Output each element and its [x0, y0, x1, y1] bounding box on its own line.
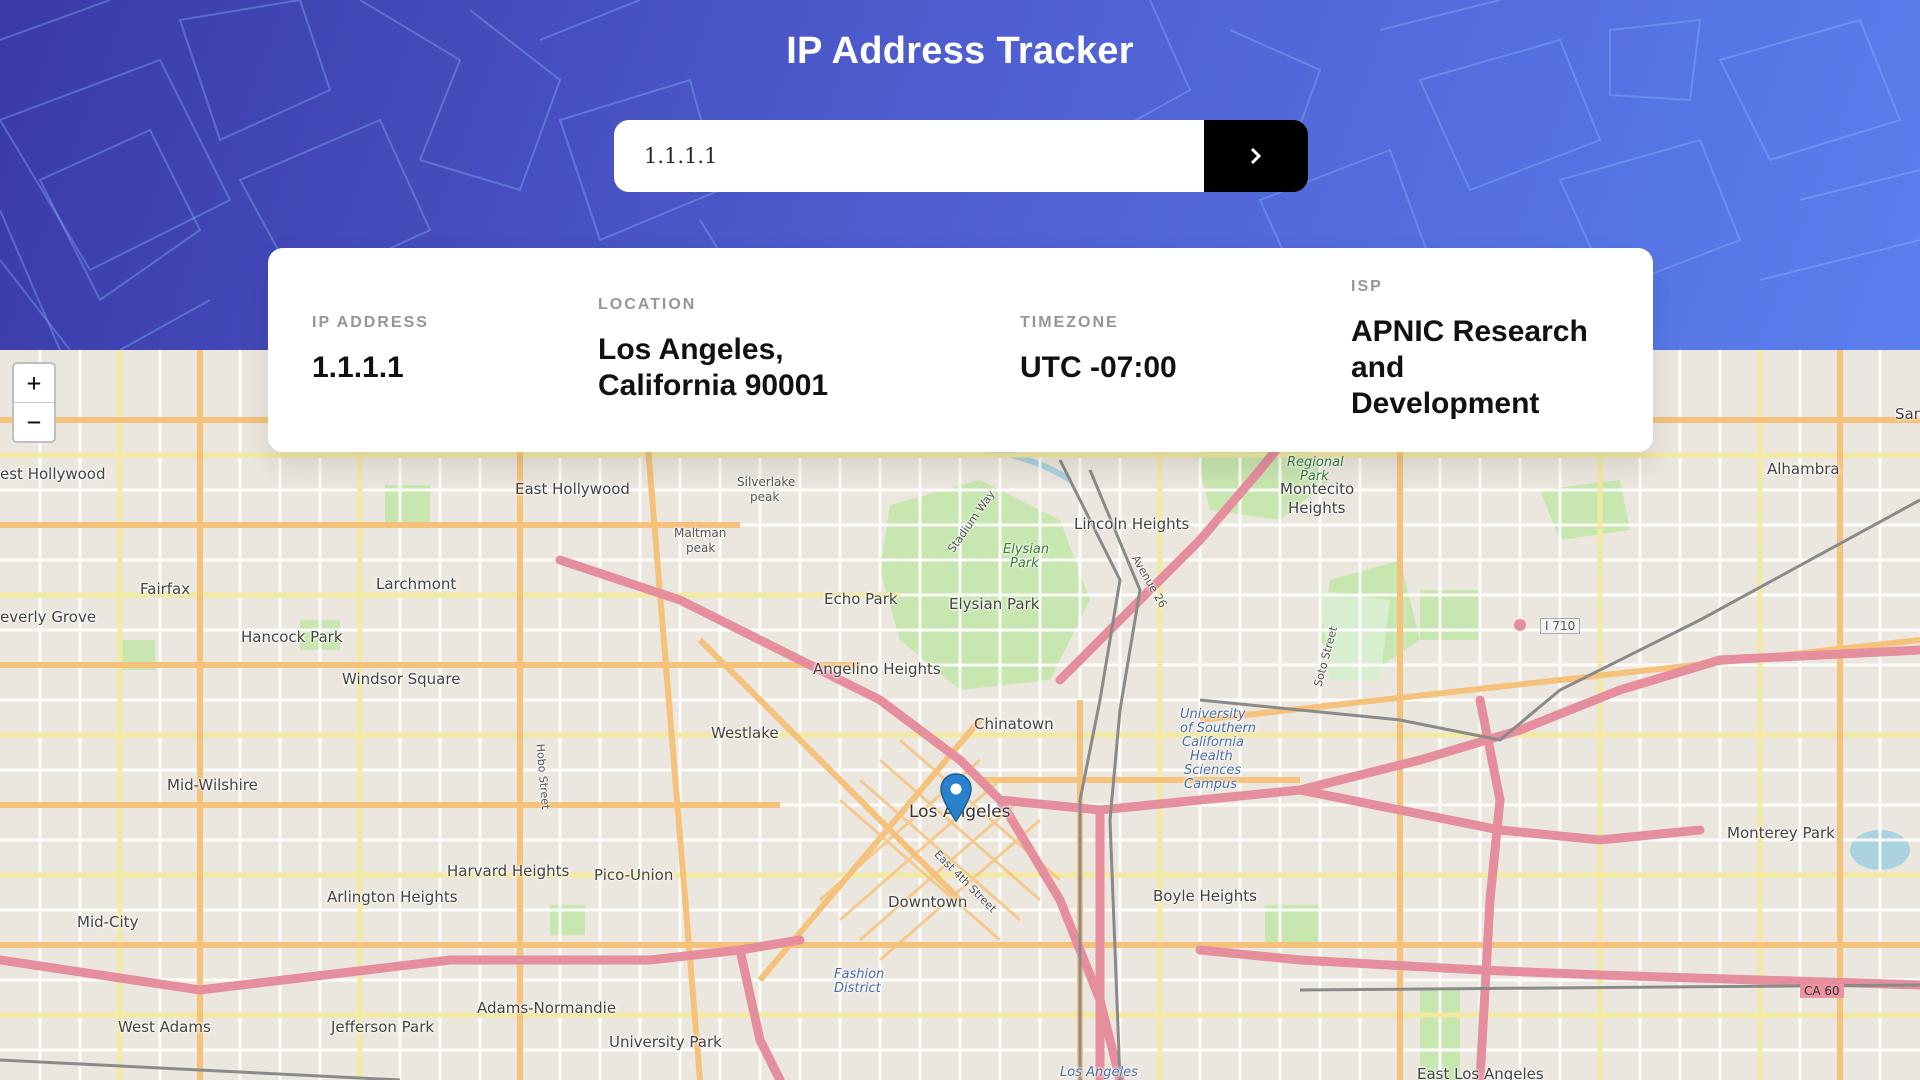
map-label-alhambra: Alhambra	[1767, 460, 1840, 478]
map-label-east-hollywood: East Hollywood	[515, 480, 630, 498]
page-title: IP Address Tracker	[786, 30, 1134, 72]
location-label: LOCATION	[598, 296, 697, 313]
location-value-line2: California 90001	[598, 369, 829, 402]
ip-tracker-page: IP Address Tracker IP ADDRESS 1.1.1.1 LO…	[0, 0, 1920, 1080]
timezone-section: TIMEZONE UTC -07:00	[1020, 248, 1270, 452]
chevron-right-icon	[1250, 147, 1262, 165]
map-label-westlake: Westlake	[711, 724, 779, 742]
map-label-jefferson-park: Jefferson Park	[331, 1018, 435, 1036]
map-label-east-los-angeles: East Los Angeles	[1417, 1065, 1544, 1080]
ip-address-value: 1.1.1.1	[312, 351, 404, 384]
map-label-elysian-park: Elysian Park	[949, 595, 1040, 613]
map-label-silverlake-peak-2: peak	[750, 490, 780, 504]
map-label-echo-park: Echo Park	[824, 590, 898, 608]
map-label-monterey-park: Monterey Park	[1727, 824, 1835, 842]
map-label-montecito-heights: Montecito	[1280, 480, 1355, 498]
map-label-harvard-heights: Harvard Heights	[447, 862, 570, 880]
search-bar	[614, 120, 1308, 192]
map-view[interactable]: est Hollywood East Hollywood Silverlake …	[0, 350, 1920, 1080]
map-label-mid-city: Mid-City	[77, 913, 139, 931]
search-submit-button[interactable]	[1204, 120, 1308, 192]
map-label-usc-1: University	[1180, 707, 1246, 722]
map-label-i710: I 710	[1540, 618, 1581, 634]
map-label-lincoln-heights: Lincoln Heights	[1074, 515, 1190, 533]
map-label-regional-park: Regional	[1287, 455, 1344, 470]
map-label-angelino-heights: Angelino Heights	[813, 660, 941, 678]
map-label-downtown: Downtown	[888, 893, 968, 911]
isp-value-line1: APNIC Research	[1351, 315, 1588, 348]
map-label-usc-2: of Southern	[1180, 721, 1257, 736]
map-label-adams-normandie: Adams-Normandie	[477, 999, 617, 1017]
map-label-chinatown: Chinatown	[974, 715, 1054, 733]
map-label-usc-5: Sciences	[1184, 763, 1242, 778]
isp-section: ISP APNIC Research and Development	[1351, 248, 1641, 452]
map-tiles	[0, 350, 1920, 1080]
map-zoom-control: + −	[12, 362, 56, 443]
isp-value-line2: and	[1351, 351, 1405, 384]
map-label-hancock-park: Hancock Park	[241, 628, 343, 646]
map-label-beverly-grove: everly Grove	[0, 608, 97, 626]
map-label-pico-union: Pico-Union	[594, 866, 674, 884]
map-label-maltman-peak: Maltman	[674, 526, 727, 540]
map-label-usc-4: Health	[1190, 749, 1233, 764]
map-label-silverlake-peak: Silverlake	[737, 475, 796, 489]
timezone-value: UTC -07:00	[1020, 351, 1177, 384]
location-value-line1: Los Angeles,	[598, 333, 784, 366]
ip-info-card: IP ADDRESS 1.1.1.1 LOCATION Los Angeles,…	[268, 248, 1653, 452]
map-pin-icon[interactable]	[940, 773, 972, 823]
location-section: LOCATION Los Angeles, California 90001	[598, 248, 928, 452]
map-label-elysian-park-small: Elysian	[1003, 542, 1050, 557]
map-label-mid-wilshire: Mid-Wilshire	[167, 776, 258, 794]
map-label-los-angeles-river: Los Angeles	[1060, 1065, 1138, 1080]
map-label-san: San	[1895, 405, 1920, 423]
map-label-fashion-district: Fashion	[834, 967, 885, 982]
map-label-ca60: CA 60	[1800, 984, 1844, 998]
isp-value-line3: Development	[1351, 387, 1540, 420]
ip-search-input[interactable]	[614, 120, 1204, 192]
map-label-maltman-peak-2: peak	[686, 541, 716, 555]
map-label-fairfax: Fairfax	[140, 580, 191, 598]
ip-address-section: IP ADDRESS 1.1.1.1	[312, 248, 552, 452]
map-label-arlington-heights: Arlington Heights	[327, 888, 458, 906]
map-label-usc-3: California	[1182, 735, 1244, 750]
timezone-label: TIMEZONE	[1020, 314, 1119, 331]
isp-label: ISP	[1351, 278, 1383, 295]
ip-address-label: IP ADDRESS	[312, 314, 429, 331]
map-label-larchmont: Larchmont	[376, 575, 457, 593]
map-label-montecito-heights-2: Heights	[1288, 499, 1346, 517]
map-label-boyle-heights: Boyle Heights	[1153, 887, 1257, 905]
zoom-in-button[interactable]: +	[14, 364, 54, 402]
map-label-west-hollywood: est Hollywood	[0, 465, 106, 483]
map-label-university-park: University Park	[609, 1033, 722, 1051]
map-label-west-adams: West Adams	[118, 1018, 211, 1036]
map-label-windsor-square: Windsor Square	[342, 670, 461, 688]
zoom-out-button[interactable]: −	[14, 402, 54, 441]
map-label-fashion-district-2: District	[834, 981, 881, 996]
map-label-elysian-park-small-2: Park	[1010, 556, 1039, 571]
map-label-usc-6: Campus	[1184, 777, 1237, 792]
